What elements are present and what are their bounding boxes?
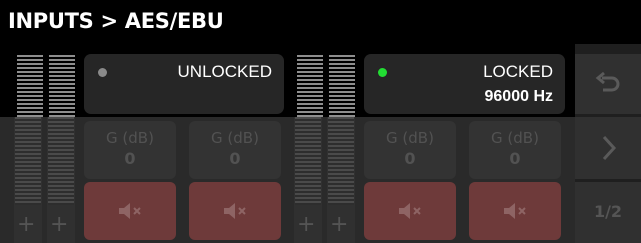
speaker-muted-icon bbox=[399, 203, 421, 219]
speaker-muted-icon bbox=[119, 203, 141, 219]
gain-value: 0 bbox=[229, 149, 241, 168]
channel-status-locked: LOCKED 96000 Hz bbox=[364, 54, 565, 114]
status-text: LOCKED bbox=[483, 62, 553, 81]
page-title: INPUTS > AES/EBU bbox=[8, 9, 224, 33]
gain-value: 0 bbox=[509, 149, 521, 168]
gain-label: G (dB) bbox=[106, 129, 154, 147]
gain-control[interactable]: G (dB) 0 bbox=[189, 121, 281, 179]
add-button[interactable]: + bbox=[297, 214, 315, 236]
add-button[interactable]: + bbox=[330, 214, 348, 236]
chevron-right-icon bbox=[602, 135, 617, 161]
add-button[interactable]: + bbox=[50, 214, 68, 236]
speaker-muted-icon bbox=[504, 203, 526, 219]
mute-button[interactable] bbox=[84, 182, 176, 240]
status-indicator-icon bbox=[378, 68, 387, 77]
mute-button[interactable] bbox=[364, 182, 456, 240]
gain-control[interactable]: G (dB) 0 bbox=[469, 121, 561, 179]
mute-button[interactable] bbox=[469, 182, 561, 240]
gain-control[interactable]: G (dB) 0 bbox=[364, 121, 456, 179]
status-text: UNLOCKED bbox=[177, 62, 272, 81]
page-indicator: 1/2 bbox=[593, 202, 623, 221]
channel-status-unlocked: UNLOCKED bbox=[84, 54, 284, 114]
level-meter bbox=[297, 55, 323, 117]
level-meter bbox=[328, 117, 354, 205]
gain-control[interactable]: G (dB) 0 bbox=[84, 121, 176, 179]
sample-rate: 96000 Hz bbox=[484, 88, 554, 105]
mute-button[interactable] bbox=[189, 182, 281, 240]
gain-label: G (dB) bbox=[491, 129, 539, 147]
title-bar: INPUTS > AES/EBU bbox=[0, 0, 641, 44]
gain-value: 0 bbox=[404, 149, 416, 168]
gain-value: 0 bbox=[124, 149, 136, 168]
level-meter bbox=[295, 117, 321, 205]
level-meter bbox=[17, 55, 43, 117]
level-meter bbox=[15, 117, 41, 205]
back-button[interactable] bbox=[575, 54, 641, 114]
add-button[interactable]: + bbox=[17, 214, 35, 236]
speaker-muted-icon bbox=[224, 203, 246, 219]
gain-label: G (dB) bbox=[386, 129, 434, 147]
gain-label: G (dB) bbox=[211, 129, 259, 147]
status-indicator-icon bbox=[98, 68, 107, 77]
level-meter bbox=[329, 55, 355, 117]
undo-icon bbox=[595, 71, 620, 92]
page-indicator-button[interactable]: 1/2 bbox=[575, 182, 641, 243]
next-button[interactable] bbox=[575, 117, 641, 179]
level-meter bbox=[48, 117, 74, 205]
level-meter bbox=[49, 55, 75, 117]
